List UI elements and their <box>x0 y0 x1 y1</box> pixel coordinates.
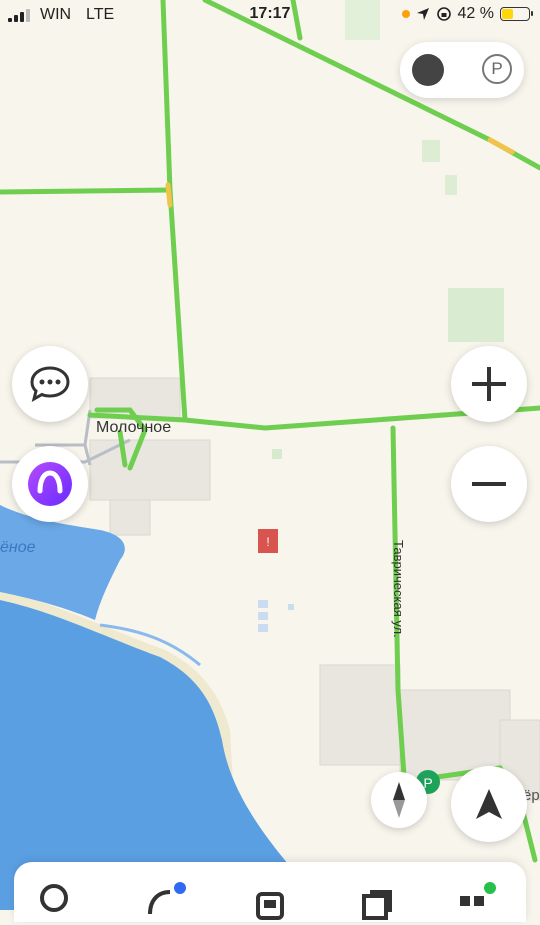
water-label: ёное <box>0 539 36 556</box>
map-canvas[interactable]: ! P <box>0 0 540 910</box>
poi-marker-label: ! <box>266 535 269 549</box>
bookmarks-tab[interactable] <box>356 880 400 920</box>
battery-icon <box>500 7 533 21</box>
location-arrow-icon <box>476 789 502 819</box>
status-bar: WIN LTE 17:17 42 % <box>0 0 540 30</box>
search-tab[interactable] <box>36 880 80 920</box>
voice-assistant-icon <box>28 462 72 506</box>
town-label: Молочное <box>96 419 172 436</box>
voice-assistant-button[interactable] <box>12 446 88 522</box>
orientation-lock-icon <box>436 7 451 21</box>
zoom-out-button[interactable] <box>451 446 527 522</box>
navigator-icon <box>148 882 186 915</box>
field-patch <box>448 288 504 342</box>
minus-icon <box>472 482 506 486</box>
layers-toggle-pill: P <box>400 42 524 98</box>
street-label: Таврическая ул. <box>391 540 406 638</box>
chat-bubble-icon <box>30 366 70 403</box>
compass-icon <box>393 782 405 818</box>
location-services-icon <box>416 8 429 20</box>
services-icon <box>460 882 496 906</box>
zoom-in-button[interactable] <box>451 346 527 422</box>
plus-icon <box>472 367 506 401</box>
chat-button[interactable] <box>12 346 88 422</box>
services-tab[interactable] <box>456 880 500 920</box>
navigator-tab[interactable] <box>144 880 188 920</box>
my-location-button[interactable] <box>451 766 527 842</box>
traffic-light-icon[interactable] <box>412 54 444 86</box>
field-patch <box>445 175 457 195</box>
battery-percent: 42 % <box>457 5 494 22</box>
transport-icon <box>256 892 284 920</box>
search-icon <box>40 884 68 912</box>
compass-button[interactable] <box>371 772 427 828</box>
field-patch <box>272 449 282 459</box>
parking-icon[interactable]: P <box>482 54 512 84</box>
bottom-toolbar <box>14 862 526 922</box>
transport-tab[interactable] <box>250 880 294 920</box>
field-patch <box>422 140 440 162</box>
microphone-indicator-icon <box>401 10 410 18</box>
bookmarks-icon <box>362 890 392 920</box>
